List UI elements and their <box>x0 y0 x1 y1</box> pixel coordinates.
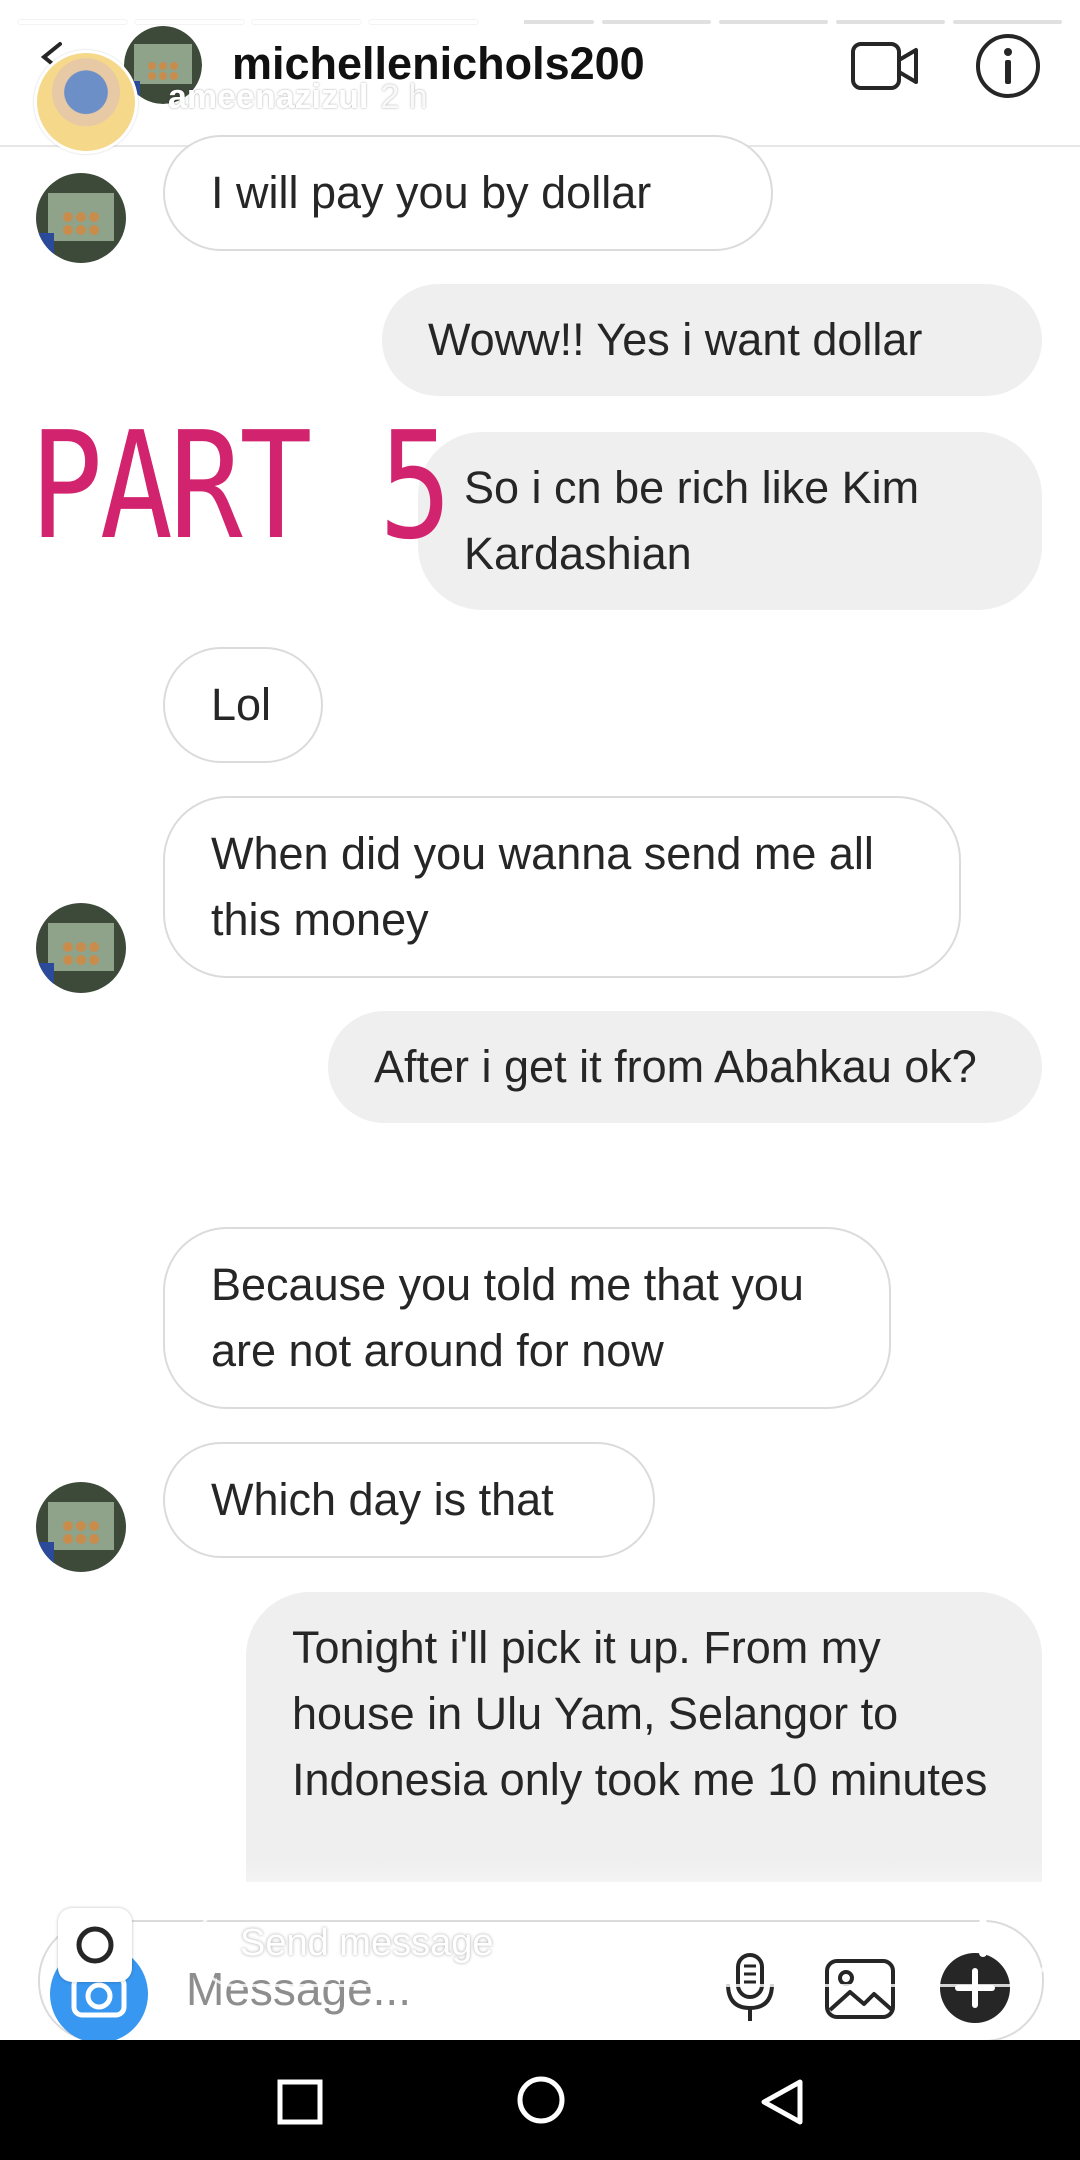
story-sticker-text: PART 5 <box>30 400 452 572</box>
outgoing-message[interactable]: Woww!! Yes i want dollar <box>382 284 1042 396</box>
incoming-message[interactable]: When did you wanna send me all this mone… <box>163 796 961 978</box>
incoming-message[interactable]: I will pay you by dollar <box>163 135 773 251</box>
story-camera-button[interactable] <box>58 1908 132 1982</box>
info-icon[interactable] <box>974 32 1042 100</box>
story-progress <box>18 20 1063 26</box>
story-username: ameenazizul 2 h <box>168 78 428 117</box>
incoming-message[interactable]: Which day is that <box>163 1442 655 1558</box>
camera-icon <box>76 1926 114 1964</box>
video-call-icon[interactable] <box>850 40 920 92</box>
story-progress-segment <box>485 20 595 24</box>
story-progress-segment <box>251 20 361 24</box>
story-progress-segment <box>368 20 478 24</box>
story-author-avatar[interactable] <box>34 50 138 154</box>
story-progress-segment <box>836 20 946 24</box>
outgoing-message[interactable]: So i cn be rich like Kim Kardashian <box>418 432 1042 610</box>
story-progress-segment <box>953 20 1063 24</box>
sender-avatar[interactable] <box>36 1482 126 1572</box>
outgoing-message[interactable]: Tonight i'll pick it up. From my house i… <box>246 1592 1042 1882</box>
story-progress-segment <box>719 20 829 24</box>
sender-avatar[interactable] <box>36 903 126 993</box>
more-options-icon[interactable] <box>978 1918 988 1958</box>
triangle-back-icon[interactable] <box>758 2078 806 2126</box>
story-progress-segment <box>602 20 712 24</box>
story-username-text: ameenazizul <box>168 78 369 116</box>
square-icon[interactable] <box>276 2078 324 2126</box>
story-reply-placeholder: Send message <box>240 1922 494 1964</box>
incoming-message[interactable]: Because you told me that you are not aro… <box>163 1227 891 1409</box>
story-progress-segment <box>18 20 127 24</box>
story-time: 2 h <box>380 78 428 116</box>
story-progress-segment <box>134 20 244 24</box>
outgoing-message[interactable]: After i get it from Abahkau ok? <box>328 1011 1042 1123</box>
sender-avatar[interactable] <box>36 173 126 263</box>
circle-icon[interactable] <box>516 2075 566 2125</box>
incoming-message[interactable]: Lol <box>163 647 323 763</box>
